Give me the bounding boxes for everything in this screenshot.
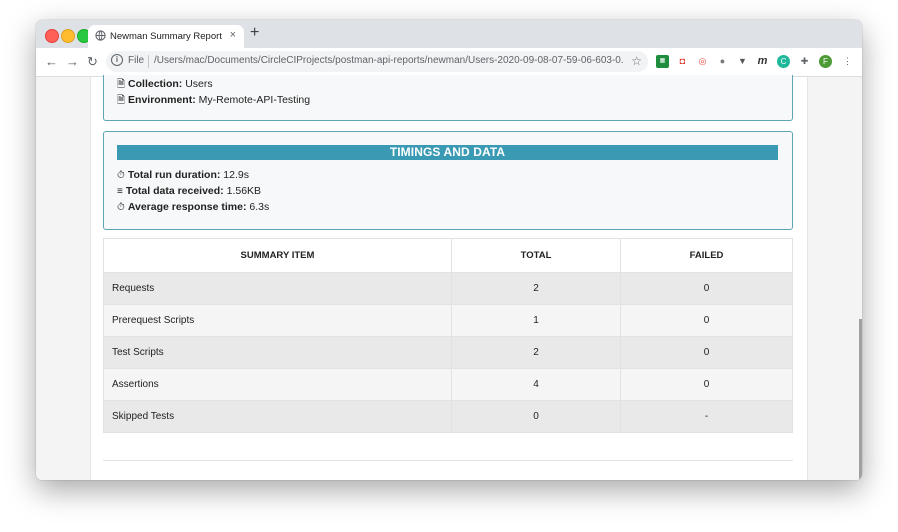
total-cell: 0	[452, 401, 621, 433]
failed-cell: 0	[621, 337, 793, 369]
summary-item-cell: Skipped Tests	[104, 401, 452, 433]
summary-table: SUMMARY ITEM TOTAL FAILED Requests 2 0 P…	[103, 238, 793, 433]
tab-close-icon[interactable]: ×	[230, 29, 236, 41]
run-duration-value: 12.9s	[223, 169, 249, 181]
failed-cell: 0	[621, 305, 793, 337]
sheets-icon[interactable]: ▦	[656, 55, 669, 68]
address-separator	[148, 55, 149, 68]
header-total: TOTAL	[452, 239, 621, 273]
avg-response-line: ⏱Average response time: 6.3s	[117, 201, 269, 213]
file-scheme-label: File	[128, 55, 144, 66]
failed-cell: -	[621, 401, 793, 433]
m-icon[interactable]: m	[756, 55, 769, 68]
table-row: Prerequest Scripts 1 0	[104, 305, 793, 337]
run-duration-label: Total run duration:	[128, 169, 221, 181]
header-failed: FAILED	[621, 239, 793, 273]
browser-toolbar: ← → ↻ i File /Users/mac/Documents/Circle…	[36, 48, 862, 77]
collection-info-card: 🗎Collection: Users 🗎Environment: My-Remo…	[103, 75, 793, 121]
reload-icon[interactable]: ↻	[87, 54, 98, 70]
failed-cell: 0	[621, 273, 793, 305]
summary-item-cell: Prerequest Scripts	[104, 305, 452, 337]
bookmark-star-icon[interactable]: ☆	[631, 54, 642, 68]
timings-title: TIMINGS AND DATA	[117, 145, 778, 160]
collection-line: 🗎Collection: Users	[117, 77, 213, 94]
new-badge-icon[interactable]: ◘	[676, 55, 689, 68]
header-summary-item: SUMMARY ITEM	[104, 239, 452, 273]
refresh-green-icon[interactable]: C	[777, 55, 790, 68]
total-cell: 4	[452, 369, 621, 401]
tab-newman-report[interactable]: Newman Summary Report ×	[88, 25, 244, 48]
info-icon[interactable]: i	[111, 54, 123, 66]
data-received-line: ≡Total data received: 1.56KB	[117, 185, 261, 197]
total-cell: 2	[452, 273, 621, 305]
profile-avatar[interactable]: F	[819, 55, 832, 68]
vee-icon[interactable]: ▼	[736, 55, 749, 68]
failed-cell: 0	[621, 369, 793, 401]
summary-item-cell: Assertions	[104, 369, 452, 401]
report-page: 🗎Collection: Users 🗎Environment: My-Remo…	[90, 77, 808, 480]
table-row: Skipped Tests 0 -	[104, 401, 793, 433]
database-icon: ≡	[117, 186, 123, 197]
scrollbar-thumb[interactable]	[859, 319, 862, 480]
file-icon: 🗎	[117, 93, 125, 110]
puzzle-icon[interactable]: ✚	[798, 55, 811, 68]
data-received-value: 1.56KB	[227, 185, 261, 197]
address-bar[interactable]: i File /Users/mac/Documents/CircleCIProj…	[106, 51, 648, 72]
collection-value: Users	[185, 78, 212, 90]
total-cell: 2	[452, 337, 621, 369]
globe-icon	[95, 30, 106, 41]
url-text[interactable]: /Users/mac/Documents/CircleCIProjects/po…	[154, 55, 624, 66]
new-tab-button[interactable]: +	[250, 24, 259, 42]
back-arrow-icon[interactable]: ←	[45, 54, 58, 69]
table-row: Assertions 4 0	[104, 369, 793, 401]
minimize-window-button[interactable]	[61, 29, 75, 43]
avg-response-label: Average response time:	[128, 201, 247, 213]
summary-header-row: SUMMARY ITEM TOTAL FAILED	[104, 239, 793, 273]
run-duration-line: ⏱Total run duration: 12.9s	[117, 169, 249, 181]
close-window-button[interactable]	[45, 29, 59, 43]
summary-item-cell: Test Scripts	[104, 337, 452, 369]
page-viewport: 🗎Collection: Users 🗎Environment: My-Remo…	[36, 77, 862, 480]
tab-bar: Newman Summary Report × +	[36, 20, 862, 48]
menu-dots-icon[interactable]: ⋮	[841, 55, 854, 68]
browser-window: Newman Summary Report × + ← → ↻ i File /…	[36, 20, 862, 480]
stopwatch-icon: ⏱	[117, 202, 125, 213]
tab-title: Newman Summary Report	[110, 31, 222, 42]
table-row: Test Scripts 2 0	[104, 337, 793, 369]
total-cell: 1	[452, 305, 621, 337]
collection-label: Collection:	[128, 78, 182, 90]
divider	[103, 460, 793, 461]
timings-card: TIMINGS AND DATA ⏱Total run duration: 12…	[103, 131, 793, 230]
target-icon[interactable]: ◎	[696, 55, 709, 68]
avg-response-value: 6.3s	[249, 201, 269, 213]
pumpkin-icon[interactable]: ●	[716, 55, 729, 68]
environment-label: Environment:	[128, 94, 196, 106]
environment-line: 🗎Environment: My-Remote-API-Testing	[117, 93, 310, 110]
table-row: Requests 2 0	[104, 273, 793, 305]
file-icon: 🗎	[117, 77, 125, 94]
forward-arrow-icon[interactable]: →	[66, 54, 79, 69]
data-received-label: Total data received:	[126, 185, 224, 197]
summary-item-cell: Requests	[104, 273, 452, 305]
environment-value: My-Remote-API-Testing	[199, 94, 310, 106]
stopwatch-icon: ⏱	[117, 170, 125, 181]
